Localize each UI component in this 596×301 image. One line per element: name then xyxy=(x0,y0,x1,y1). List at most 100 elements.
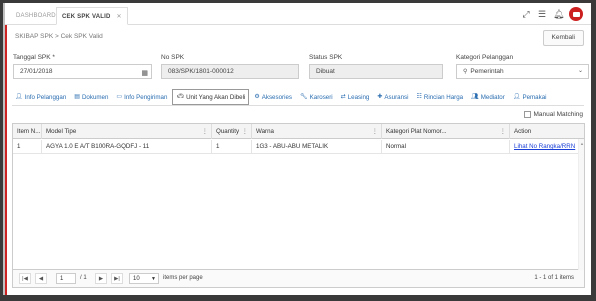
tab-label: Aksesories xyxy=(261,93,292,101)
top-icons: ⤢ ☰ 🔔︎ xyxy=(521,7,583,21)
tab-rincian-harga[interactable]: ☷ Rincian Harga xyxy=(414,89,467,105)
column-header-item-no[interactable]: Item N... xyxy=(13,124,42,139)
column-header-label: Quantity xyxy=(216,128,240,135)
cell-quantity: 1 xyxy=(212,140,252,154)
user-avatar-icon[interactable] xyxy=(569,7,583,21)
tanggal-spk-field[interactable]: 27/01/2018 ▦ xyxy=(13,64,152,79)
tab-leasing[interactable]: ⇄ Leasing xyxy=(338,89,373,105)
tanggal-spk-value: 27/01/2018 xyxy=(20,68,53,75)
last-page-button[interactable]: ▶| xyxy=(111,273,123,284)
handshake-icon: ⇄ xyxy=(340,93,346,100)
column-menu-icon[interactable]: ⋮ xyxy=(242,124,248,139)
breadcrumb: SKIBAP SPK > Cek SPK Valid xyxy=(15,33,103,40)
tab-label: Rincian Harga xyxy=(423,93,464,101)
status-spk-label: Status SPK xyxy=(309,54,343,61)
cell-warna: 1G3 - ABU-ABU METALIK xyxy=(252,140,382,154)
page-input[interactable]: 1 xyxy=(56,273,76,284)
vertical-scrollbar[interactable]: ▲ xyxy=(578,139,584,270)
left-accent-bar xyxy=(5,3,7,295)
back-button[interactable]: Kembali xyxy=(542,30,584,46)
column-menu-icon[interactable]: ⋮ xyxy=(500,124,506,139)
scroll-up-icon[interactable]: ▲ xyxy=(580,141,584,146)
column-header-action: Action xyxy=(510,124,585,139)
cell-kategori-plat: Normal xyxy=(382,140,510,154)
tab-aksesories[interactable]: ⚙ Aksesories xyxy=(251,89,295,105)
items-per-page-label: items per page xyxy=(163,275,203,281)
page-size-value: 10 xyxy=(133,276,140,282)
lihat-no-rangka-link[interactable]: Lihat No Rangka/RRN xyxy=(514,143,575,150)
column-header-label: Kategori Plat Nomor... xyxy=(386,128,447,135)
pager-summary: 1 - 1 of 1 items xyxy=(534,275,574,281)
next-page-button[interactable]: ▶ xyxy=(95,273,107,284)
tab-label: Dokumen xyxy=(81,93,109,101)
tab-asuransi[interactable]: ✚ Asuransi xyxy=(374,89,411,105)
tab-dokumen[interactable]: ▤ Dokumen xyxy=(71,89,111,105)
search-icon: ⚲ xyxy=(463,69,468,75)
status-spk-field: Dibuat xyxy=(309,64,443,79)
bell-icon[interactable]: 🔔︎ xyxy=(553,9,564,19)
column-header-kategori-plat[interactable]: Kategori Plat Nomor... ⋮ xyxy=(382,124,510,139)
cell-model-tipe: AGYA 1.0 E A/T B100RA-GQDFJ - 11 xyxy=(42,140,212,154)
column-menu-icon[interactable]: ⋮ xyxy=(372,124,378,139)
tab-label: Info Pengiriman xyxy=(124,93,168,101)
column-header-label: Item N... xyxy=(17,128,41,135)
column-header-model-tipe[interactable]: Model Tipe ⋮ xyxy=(42,124,212,139)
tab-unit-yang-akan-dibeli[interactable]: 🚗︎ Unit Yang Akan Dibeli xyxy=(172,89,250,105)
close-icon[interactable]: ✕ xyxy=(117,14,122,20)
tab-pemakai[interactable]: 👤︎ Pemakai xyxy=(510,89,550,105)
column-header-label: Action xyxy=(514,128,532,135)
tab-label: Info Pelanggan xyxy=(24,93,67,101)
no-spk-label: No SPK xyxy=(161,54,185,61)
document-icon: ▤ xyxy=(74,93,80,100)
status-spk-value: Dibuat xyxy=(316,68,335,75)
car-icon: 🚗︎ xyxy=(176,93,185,100)
table-row: 1 AGYA 1.0 E A/T B100RA-GQDFJ - 11 1 1G3… xyxy=(13,140,584,154)
tab-label: Pemakai xyxy=(522,93,547,101)
pager: |◀ ◀ 1 / 1 ▶ ▶| 10 ▼ items per page 1 - 1… xyxy=(12,270,585,288)
list-icon: ☷ xyxy=(416,93,422,100)
manual-matching-label: Manual Matching xyxy=(533,111,584,118)
column-menu-icon[interactable]: ⋮ xyxy=(202,124,208,139)
person-icon: 👤︎ xyxy=(512,93,521,100)
chevron-down-icon[interactable]: ⌄ xyxy=(578,65,583,78)
manual-matching[interactable]: Manual Matching xyxy=(523,111,584,118)
page-size-select[interactable]: 10 ▼ xyxy=(129,273,159,284)
gears-icon: ⚙ xyxy=(254,93,260,100)
tabs-divider xyxy=(12,105,584,106)
tab-label: CEK SPK VALID xyxy=(62,14,111,20)
cell-item-no: 1 xyxy=(13,140,42,154)
tab-label: Unit Yang Akan Dibeli xyxy=(186,93,246,101)
kategori-pelanggan-select[interactable]: ⚲ Pemerintah ⌄ xyxy=(456,64,589,79)
wrench-icon: 🔧︎ xyxy=(300,93,308,100)
no-spk-value: 083/SPK/1801-000012 xyxy=(168,68,234,75)
column-header-label: Model Tipe xyxy=(46,128,77,135)
column-header-label: Warna xyxy=(256,128,274,135)
prev-page-button[interactable]: ◀ xyxy=(35,273,47,284)
column-header-quantity[interactable]: Quantity ⋮ xyxy=(212,124,252,139)
manual-matching-checkbox[interactable] xyxy=(523,111,531,118)
calendar-icon[interactable]: ▦ xyxy=(141,67,148,80)
plus-icon: ✚ xyxy=(377,93,383,100)
tab-label: Karoseri xyxy=(309,93,333,101)
tab-karoseri[interactable]: 🔧︎ Karoseri xyxy=(297,89,336,105)
chevron-down-icon: ▼ xyxy=(151,276,156,282)
tanggal-spk-label: Tanggal SPK * xyxy=(13,54,55,61)
tab-info-pelanggan[interactable]: 👤︎ Info Pelanggan xyxy=(12,89,69,105)
menu-icon[interactable]: ☰ xyxy=(537,9,547,19)
page-count: / 1 xyxy=(80,275,87,281)
tab-info-pengiriman[interactable]: ▭ Info Pengiriman xyxy=(113,89,170,105)
tab-label: DASHBOARD xyxy=(16,13,56,19)
column-header-warna[interactable]: Warna ⋮ xyxy=(252,124,382,139)
fullscreen-icon[interactable]: ⤢ xyxy=(521,9,531,19)
cell-action: Lihat No Rangka/RRN xyxy=(510,140,580,154)
app-window: DASHBOARD CEK SPK VALID ✕ ⤢ ☰ 🔔︎ SKIBAP S… xyxy=(3,3,591,295)
first-page-button[interactable]: |◀ xyxy=(19,273,31,284)
book-icon: ▭ xyxy=(116,93,123,100)
tab-dashboard[interactable]: DASHBOARD xyxy=(11,7,61,25)
tab-cek-spk-valid[interactable]: CEK SPK VALID ✕ xyxy=(56,7,128,25)
user-icon: 👤︎ xyxy=(15,93,23,100)
section-tabs: 👤︎ Info Pelanggan ▤ Dokumen ▭ Info Pengirim… xyxy=(12,89,552,105)
kategori-pelanggan-value: Pemerintah xyxy=(470,68,504,75)
tab-mediator[interactable]: 👥︎ Mediator xyxy=(468,89,508,105)
tab-label: Asuransi xyxy=(384,93,409,101)
